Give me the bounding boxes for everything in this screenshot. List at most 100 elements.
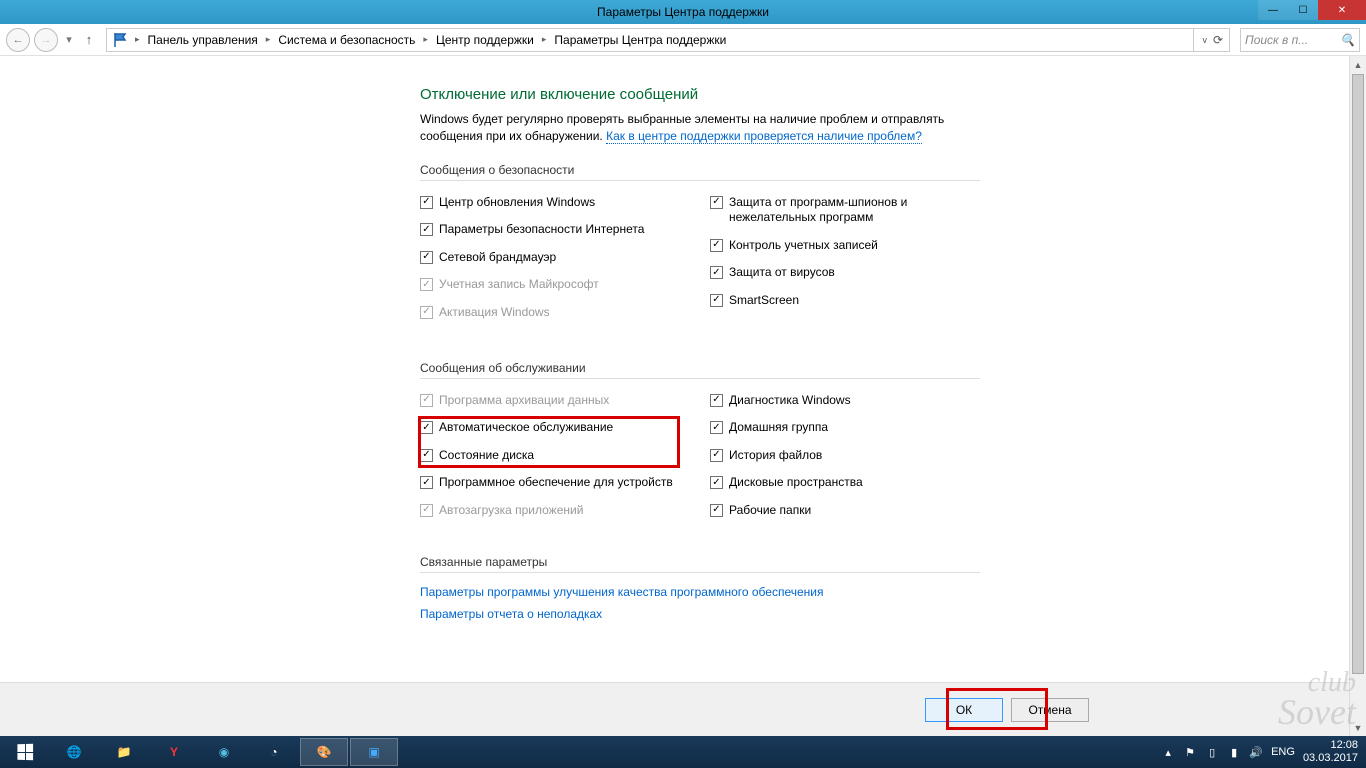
security-checkbox-row[interactable]: Контроль учетных записей: [710, 232, 980, 260]
maintenance-checkbox-row[interactable]: Рабочие папки: [710, 497, 980, 525]
checkbox[interactable]: [420, 476, 433, 489]
scroll-thumb[interactable]: [1352, 74, 1364, 674]
breadcrumb-sep-icon: ▸: [540, 34, 549, 45]
folder-icon: 📁: [117, 745, 132, 759]
breadcrumb-item[interactable]: Панель управления: [144, 33, 262, 47]
checkbox-label: Активация Windows: [439, 305, 550, 321]
language-indicator[interactable]: ENG: [1271, 746, 1295, 758]
nav-history-dropdown[interactable]: ▾: [62, 28, 76, 52]
checkbox-label: Центр обновления Windows: [439, 195, 595, 211]
maintenance-checkbox-row[interactable]: Диагностика Windows: [710, 387, 980, 415]
start-button[interactable]: [2, 737, 48, 767]
scroll-down-icon[interactable]: ▼: [1350, 719, 1366, 736]
checkbox-label: Рабочие папки: [729, 503, 811, 519]
tray-up-icon[interactable]: ▴: [1161, 745, 1175, 759]
content-area: Отключение или включение сообщений Windo…: [0, 56, 1366, 736]
breadcrumb-sep-icon: ▸: [133, 34, 142, 45]
close-button[interactable]: ✕: [1318, 0, 1366, 20]
search-input[interactable]: Поиск в п... 🔍: [1240, 28, 1360, 52]
checkbox[interactable]: [710, 421, 723, 434]
maintenance-checkbox-row[interactable]: Программное обеспечение для устройств: [420, 469, 690, 497]
checkbox[interactable]: [710, 266, 723, 279]
checkbox[interactable]: [710, 394, 723, 407]
maximize-button[interactable]: ☐: [1288, 0, 1318, 20]
breadcrumb-item[interactable]: Центр поддержки: [432, 33, 538, 47]
checkbox[interactable]: [710, 476, 723, 489]
maintenance-section-heading: Сообщения об обслуживании: [420, 361, 980, 379]
steam-icon: ◔: [270, 745, 277, 759]
system-tray: ▴ ⚑ ▯ ▮ 🔊 ENG 12:08 03.03.2017: [1161, 739, 1364, 764]
checkbox[interactable]: [420, 251, 433, 264]
maintenance-checkbox-row[interactable]: Дисковые пространства: [710, 469, 980, 497]
checkbox[interactable]: [710, 196, 723, 209]
checkbox-label: Сетевой брандмауэр: [439, 250, 556, 266]
maintenance-checkbox-row: Программа архивации данных: [420, 387, 690, 415]
checkbox-label: Диагностика Windows: [729, 393, 851, 409]
checkbox-label: Автозагрузка приложений: [439, 503, 583, 519]
maintenance-checkbox-row: Автозагрузка приложений: [420, 497, 690, 525]
checkbox-label: Контроль учетных записей: [729, 238, 878, 254]
taskbar-item[interactable]: ▣: [350, 738, 398, 766]
paint-icon: 🎨: [317, 745, 332, 759]
maintenance-checkbox-row[interactable]: Домашняя группа: [710, 414, 980, 442]
volume-icon[interactable]: 🔊: [1249, 745, 1263, 759]
taskbar-item[interactable]: 🌐: [50, 738, 98, 766]
minimize-button[interactable]: —: [1258, 0, 1288, 20]
nav-up-button[interactable]: ↑: [80, 32, 98, 47]
checkbox-label: Параметры безопасности Интернета: [439, 222, 644, 238]
taskbar-item[interactable]: ◔: [250, 738, 298, 766]
security-section-heading: Сообщения о безопасности: [420, 163, 980, 181]
security-checkbox-row[interactable]: Защита от программ-шпионов и нежелательн…: [710, 189, 980, 232]
checkbox[interactable]: [420, 196, 433, 209]
checkbox-label: Домашняя группа: [729, 420, 828, 436]
annotation-highlight-ok: [946, 688, 1048, 730]
related-link[interactable]: Параметры программы улучшения качества п…: [420, 581, 980, 603]
checkbox-label: SmartScreen: [729, 293, 799, 309]
related-links: Параметры программы улучшения качества п…: [420, 581, 980, 625]
window-title: Параметры Центра поддержки: [0, 5, 1366, 19]
vertical-scrollbar[interactable]: ▲ ▼: [1349, 56, 1366, 736]
address-dropdown-icon[interactable]: v: [1202, 35, 1207, 45]
checkbox-label: Защита от программ-шпионов и нежелательн…: [729, 195, 980, 226]
checkbox-label: Программное обеспечение для устройств: [439, 475, 673, 491]
checkbox: [420, 394, 433, 407]
breadcrumb-item[interactable]: Параметры Центра поддержки: [550, 33, 730, 47]
checkbox[interactable]: [710, 449, 723, 462]
taskbar-item[interactable]: 📁: [100, 738, 148, 766]
maintenance-checkbox-row[interactable]: История файлов: [710, 442, 980, 470]
refresh-icon[interactable]: ⟳: [1213, 33, 1223, 47]
checkbox[interactable]: [710, 294, 723, 307]
checkbox[interactable]: [710, 504, 723, 517]
help-link[interactable]: Как в центре поддержки проверяется налич…: [606, 129, 922, 144]
breadcrumb-bar[interactable]: ▸ Панель управления ▸ Система и безопасн…: [106, 28, 1230, 52]
checkbox-label: Учетная запись Майкрософт: [439, 277, 599, 293]
security-checkbox-row[interactable]: Параметры безопасности Интернета: [420, 216, 690, 244]
related-link[interactable]: Параметры отчета о неполадках: [420, 603, 980, 625]
taskbar: 🌐 📁 Y ◉ ◔ 🎨 ▣ ▴ ⚑ ▯ ▮ 🔊 ENG 12:08 03.03.…: [0, 736, 1366, 768]
checkbox-label: Дисковые пространства: [729, 475, 863, 491]
flag-icon[interactable]: ⚑: [1183, 745, 1197, 759]
network-icon[interactable]: ▮: [1227, 745, 1241, 759]
related-section-heading: Связанные параметры: [420, 555, 980, 573]
security-checkbox-row: Учетная запись Майкрософт: [420, 271, 690, 299]
nav-back-button[interactable]: ←: [6, 28, 30, 52]
tray-clock[interactable]: 12:08 03.03.2017: [1303, 739, 1358, 764]
security-checkbox-row[interactable]: Сетевой брандмауэр: [420, 244, 690, 272]
checkbox-label: История файлов: [729, 448, 822, 464]
checkbox: [420, 504, 433, 517]
taskbar-item[interactable]: 🎨: [300, 738, 348, 766]
checkbox[interactable]: [710, 239, 723, 252]
yandex-icon: Y: [170, 745, 178, 759]
checkbox-label: Защита от вирусов: [729, 265, 835, 281]
battery-icon[interactable]: ▯: [1205, 745, 1219, 759]
action-center-flag-icon: [111, 30, 131, 50]
security-checkbox-row[interactable]: SmartScreen: [710, 287, 980, 315]
security-checkbox-row[interactable]: Защита от вирусов: [710, 259, 980, 287]
nav-forward-button[interactable]: →: [34, 28, 58, 52]
taskbar-item[interactable]: Y: [150, 738, 198, 766]
breadcrumb-item[interactable]: Система и безопасность: [274, 33, 419, 47]
scroll-up-icon[interactable]: ▲: [1350, 56, 1366, 73]
security-checkbox-row[interactable]: Центр обновления Windows: [420, 189, 690, 217]
checkbox[interactable]: [420, 223, 433, 236]
taskbar-item[interactable]: ◉: [200, 738, 248, 766]
